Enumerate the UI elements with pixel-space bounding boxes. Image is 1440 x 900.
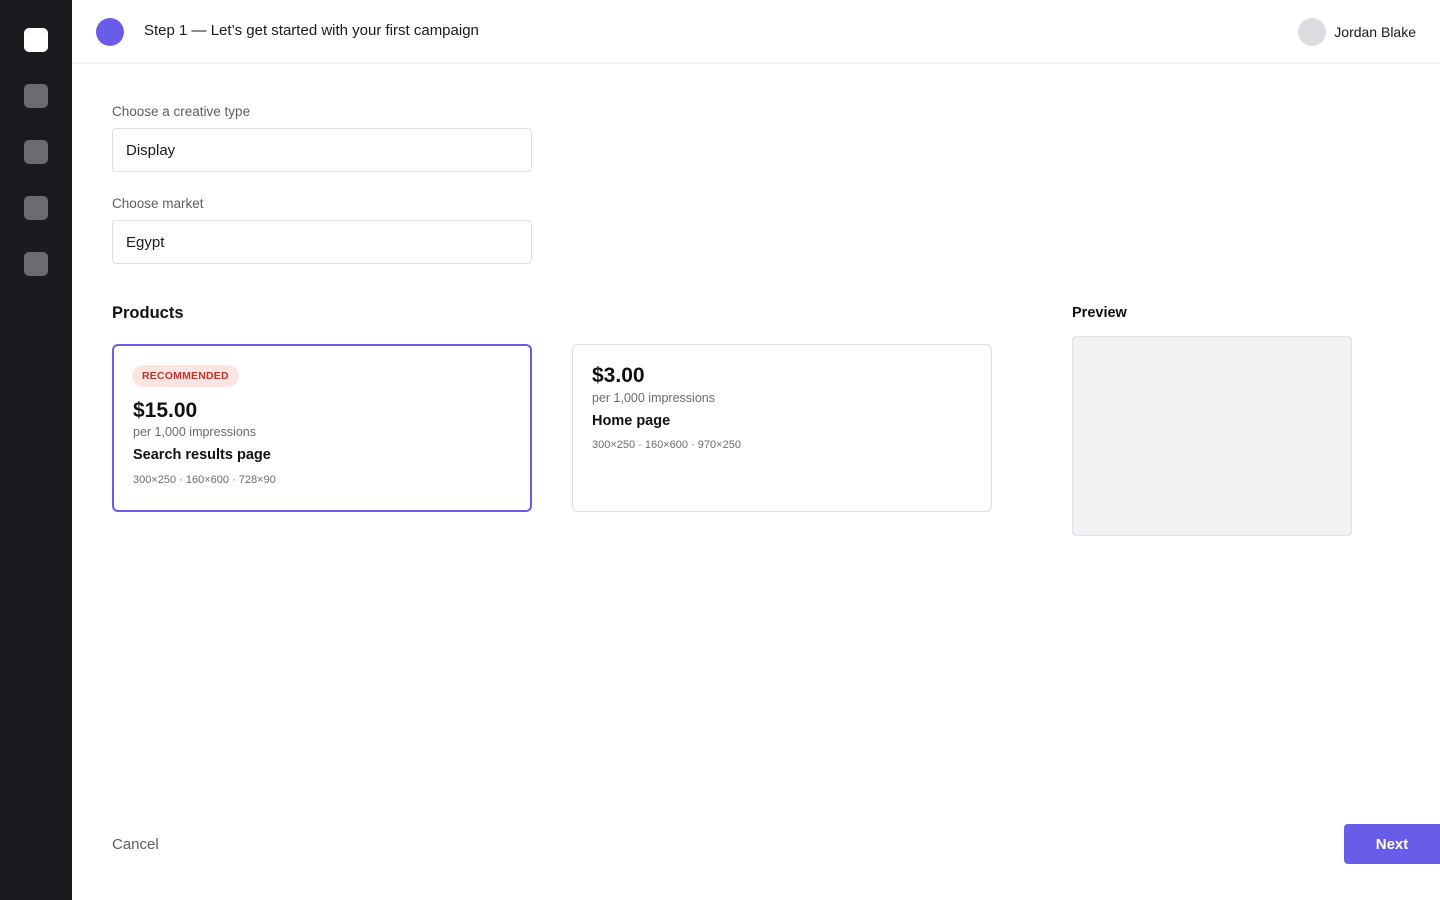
creative-type-value: Display bbox=[126, 141, 176, 159]
creative-type-label: Choose a creative type bbox=[112, 104, 251, 119]
market-label: Choose market bbox=[112, 196, 204, 211]
recommended-badge: RECOMMENDED bbox=[132, 365, 239, 387]
avatar bbox=[1298, 18, 1327, 46]
creative-type-select[interactable]: Display bbox=[112, 128, 532, 172]
user-menu[interactable]: Jordan Blake bbox=[1298, 18, 1416, 46]
product-name: Search results page bbox=[133, 447, 271, 463]
product-price-unit: per 1,000 impressions bbox=[592, 391, 715, 405]
product-card-home-page[interactable]: $3.00 per 1,000 impressions Home page 30… bbox=[572, 344, 992, 512]
page-title: Step 1 — Let’s get started with your fir… bbox=[144, 22, 479, 39]
products-title: Products bbox=[112, 304, 184, 322]
market-select[interactable]: Egypt bbox=[112, 220, 532, 264]
user-name: Jordan Blake bbox=[1334, 24, 1416, 40]
product-price-unit: per 1,000 impressions bbox=[133, 425, 256, 439]
product-price: $3.00 bbox=[592, 364, 645, 387]
sidebar-nav-item-1[interactable] bbox=[24, 84, 48, 108]
preview-title: Preview bbox=[1072, 305, 1127, 321]
step-indicator-icon bbox=[96, 18, 124, 46]
product-name: Home page bbox=[592, 413, 671, 429]
product-card-search-results[interactable]: RECOMMENDED $15.00 per 1,000 impressions… bbox=[112, 344, 532, 512]
product-price: $15.00 bbox=[133, 399, 198, 422]
preview-panel bbox=[1072, 336, 1352, 536]
app-logo-icon[interactable] bbox=[24, 28, 48, 52]
next-button[interactable]: Next bbox=[1344, 824, 1440, 864]
sidebar-nav-item-4[interactable] bbox=[24, 252, 48, 276]
sidebar-nav-item-2[interactable] bbox=[24, 140, 48, 164]
market-value: Egypt bbox=[126, 233, 165, 251]
product-sizes: 300×250 · 160×600 · 970×250 bbox=[592, 439, 741, 451]
sidebar bbox=[0, 0, 72, 900]
sidebar-nav-item-3[interactable] bbox=[24, 196, 48, 220]
product-sizes: 300×250 · 160×600 · 728×90 bbox=[133, 474, 276, 486]
top-header: Step 1 — Let’s get started with your fir… bbox=[72, 0, 1440, 64]
cancel-button[interactable]: Cancel bbox=[112, 836, 159, 853]
